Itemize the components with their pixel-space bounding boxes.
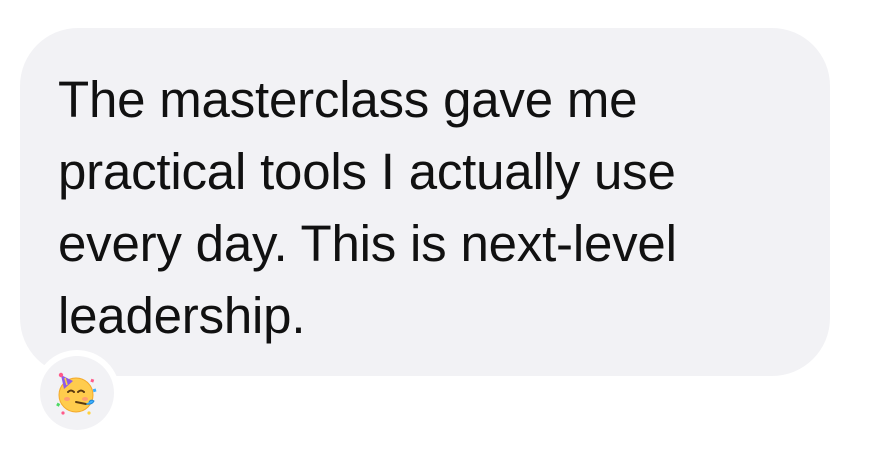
message-line: every day. This is next-level [58, 215, 677, 272]
reaction-badge[interactable] [40, 356, 114, 430]
message-line: practical tools I actually use [58, 143, 676, 200]
message-line: The masterclass gave me [58, 71, 638, 128]
partying-face-icon [56, 372, 97, 415]
message-line: leadership. [58, 287, 306, 344]
chat-canvas: The masterclass gave me practical tools … [0, 0, 869, 464]
message-text: The masterclass gave me practical tools … [58, 64, 818, 352]
